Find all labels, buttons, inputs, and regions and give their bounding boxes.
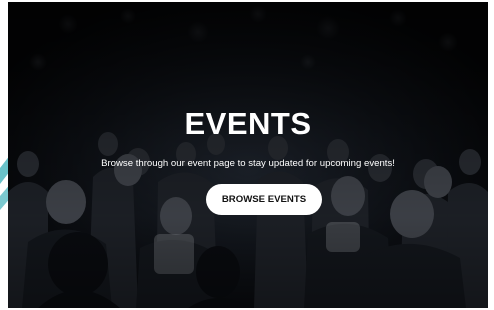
- page-title: EVENTS: [184, 106, 312, 141]
- browse-events-button[interactable]: BROWSE EVENTS: [206, 184, 322, 215]
- hero-subtitle: Browse through our event page to stay up…: [101, 158, 395, 169]
- events-hero-banner: EVENTS Browse through our event page to …: [8, 2, 488, 308]
- events-page: EVENTS Browse through our event page to …: [0, 0, 494, 310]
- dark-overlay: [8, 2, 488, 308]
